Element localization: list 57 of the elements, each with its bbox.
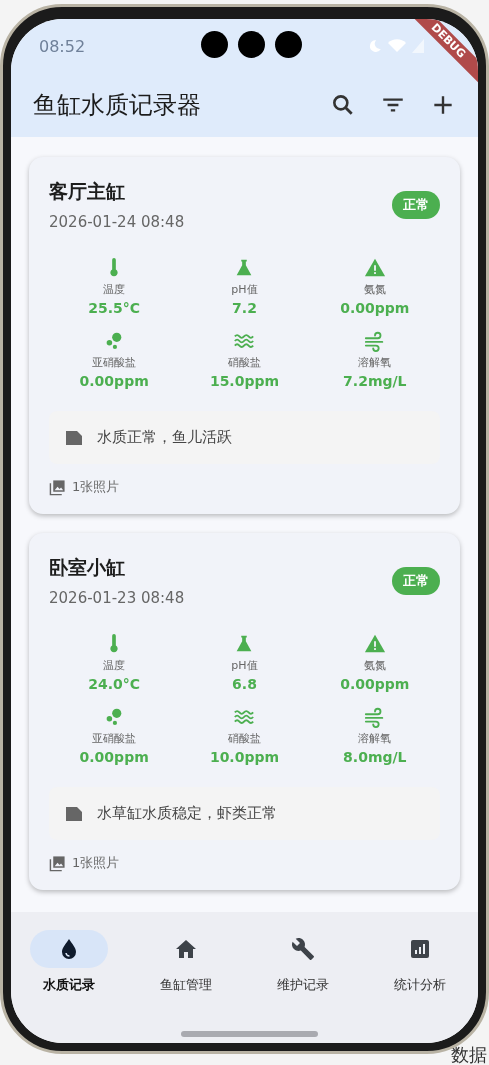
note-text: 水质正常，鱼儿活跃	[97, 428, 232, 447]
metric-value: 8.0mg/L	[343, 749, 407, 765]
metric-value: 7.2	[232, 300, 257, 316]
metric-label: 溶解氧	[358, 355, 392, 370]
metric-label: 硝酸盐	[228, 731, 261, 746]
status-badge: 正常	[392, 567, 440, 595]
wifi-icon	[388, 39, 406, 53]
image-icon	[49, 478, 66, 496]
metric-label: 温度	[103, 282, 126, 297]
record-date: 2026-01-24 08:48	[49, 213, 186, 231]
record-card[interactable]: 卧室小缸 2026-01-23 08:48 正常 温度 24.0°C pH值 6.8 氨氮 0.00ppm 亚硝酸盐 0.00ppm 硝酸盐 10.0ppm 溶解氧 8.0mg/L 水草缸水质稳定，虾类正常 1张照片	[29, 533, 460, 890]
metric-value: 15.0ppm	[209, 373, 280, 389]
camera-icon	[238, 31, 265, 58]
photo-count: 1张照片	[72, 854, 120, 872]
app-title: 鱼缸水质记录器	[33, 90, 202, 121]
camera-icon	[201, 31, 228, 58]
metric-label: 氨氮	[363, 282, 386, 297]
photo-count: 1张照片	[72, 478, 120, 496]
record-date: 2026-01-23 08:48	[49, 589, 186, 607]
wrench-icon	[290, 937, 315, 961]
metric-label: pH值	[231, 658, 258, 673]
tank-name: 卧室小缸	[49, 555, 126, 580]
wind-icon	[363, 330, 386, 352]
nav-tab[interactable]: 鱼缸管理	[127, 930, 245, 1043]
metric-value: 7.2mg/L	[343, 373, 407, 389]
note-icon	[65, 429, 83, 446]
metric-label: 亚硝酸盐	[92, 731, 137, 746]
warning-icon	[363, 633, 386, 655]
metric-value: 25.5°C	[88, 300, 141, 316]
metric-label: 硝酸盐	[228, 355, 261, 370]
metric-label: 氨氮	[363, 658, 386, 673]
nav-tab[interactable]: 统计分析	[361, 930, 478, 1043]
warning-icon	[363, 257, 386, 279]
wind-icon	[363, 706, 386, 728]
metric-value: 0.00ppm	[79, 749, 149, 765]
metric-label: 亚硝酸盐	[92, 355, 137, 370]
metric-label: pH值	[231, 282, 258, 297]
metric-value: 24.0°C	[88, 676, 141, 692]
nav-tab[interactable]: 水质记录	[11, 930, 128, 1043]
moon-icon	[368, 39, 382, 53]
tank-name: 客厅主缸	[49, 179, 126, 204]
camera-icon	[275, 31, 302, 58]
status-badge: 正常	[392, 191, 440, 219]
metric-value: 10.0ppm	[209, 749, 280, 765]
metric-value: 0.00ppm	[340, 300, 410, 316]
metric-value: 0.00ppm	[340, 676, 410, 692]
metric-value: 0.00ppm	[79, 373, 149, 389]
metric-label: 溶解氧	[358, 731, 392, 746]
note-icon	[65, 805, 83, 822]
nav-tab[interactable]: 维护记录	[244, 930, 362, 1043]
record-card[interactable]: 客厅主缸 2026-01-24 08:48 正常 温度 25.5°C pH值 7.2 氨氮 0.00ppm 亚硝酸盐 0.00ppm 硝酸盐 15.0ppm 溶解氧 7.2mg/L 水质正常，鱼儿活跃 1张照片	[29, 157, 460, 514]
note-text: 水草缸水质稳定，虾类正常	[97, 804, 277, 823]
background-text: 数据	[451, 1045, 487, 1065]
image-icon	[49, 854, 66, 872]
metric-value: 6.8	[232, 676, 257, 692]
status-time: 08:52	[39, 36, 86, 56]
metric-label: 温度	[103, 658, 126, 673]
